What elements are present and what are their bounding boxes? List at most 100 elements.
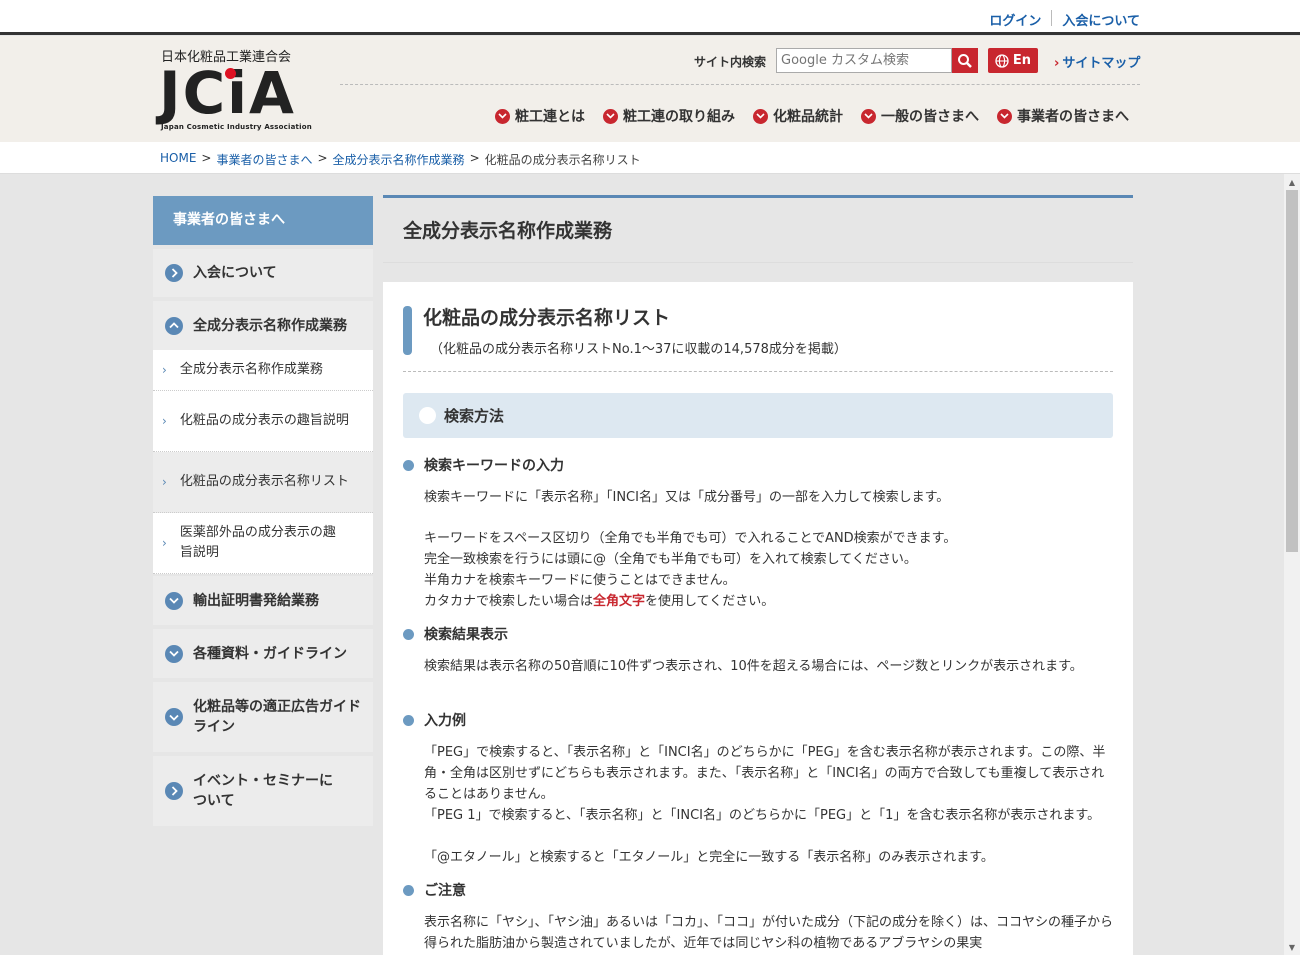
chevron-down-circle-icon [165, 644, 183, 663]
top-link-separator [1051, 10, 1053, 26]
text-fragment: を使用してください。 [645, 594, 775, 609]
sidebar-subitem-cosmetic-list[interactable]: › 化粧品の成分表示名称リスト [153, 452, 373, 513]
sidebar-item-ad-guidelines[interactable]: 化粧品等の適正広告ガイドライン [153, 682, 373, 752]
breadcrumb: HOME > 事業者の皆さまへ > 全成分表示名称作成業務 > 化粧品の成分表示… [160, 151, 641, 168]
paragraph-line: 半角カナを検索キーワードに使うことはできません。 [424, 573, 736, 588]
sitemap-label: サイトマップ [1062, 56, 1141, 71]
breadcrumb-separator: > [201, 151, 212, 165]
breadcrumb-home[interactable]: HOME [160, 151, 196, 168]
title-accent-bar [403, 306, 412, 355]
section-heading: 検索キーワードの入力 [403, 455, 564, 475]
breadcrumb-separator: > [469, 151, 480, 165]
gnav-item-statistics[interactable]: 化粧品統計 [753, 106, 843, 126]
sidebar-item-label: 全成分表示名称作成業務 [193, 317, 347, 334]
bullet-icon [403, 628, 414, 640]
section-heading: 検索結果表示 [403, 624, 508, 644]
search-button[interactable] [952, 48, 978, 73]
section-heading: 入力例 [403, 710, 466, 730]
section-heading-text: ご注意 [424, 883, 466, 899]
paragraph-line: キーワードをスペース区切り（全角でも半角でも可）で入れることでAND検索ができま… [424, 531, 957, 546]
sidebar-subitem-label: 化粧品の成分表示名称リスト [179, 474, 349, 489]
breadcrumb-ingredient-naming[interactable]: 全成分表示名称作成業務 [333, 151, 465, 168]
sidebar-item-guidelines[interactable]: 各種資料・ガイドライン [153, 629, 373, 678]
page-title: 化粧品の成分表示名称リスト [423, 307, 671, 329]
gnav-item-business[interactable]: 事業者の皆さまへ [997, 106, 1129, 126]
gnav-item-label: 事業者の皆さまへ [1017, 109, 1129, 125]
chevron-right-icon: › [162, 475, 167, 489]
paragraph: 「PEG 1」で検索すると、「表示名称」と「INCI名」のどちらかに「PEG」と… [424, 808, 1101, 823]
sidebar-heading[interactable]: 事業者の皆さまへ [153, 196, 373, 245]
sidebar-item-label: 化粧品等の適正広告ガイドライン [193, 699, 361, 735]
sidebar-subitem-cosmetic-purpose[interactable]: › 化粧品の成分表示の趣旨説明 [153, 391, 373, 452]
search-input[interactable] [776, 48, 952, 73]
chevron-up-circle-icon [165, 316, 183, 335]
chevron-down-icon [753, 108, 768, 124]
chevron-right-icon: › [162, 536, 167, 550]
search-method-title: 検索方法 [444, 407, 505, 425]
sidebar-item-label: 輸出証明書発給業務 [193, 592, 319, 609]
paragraph: 「PEG」で検索すると、「表示名称」と「INCI名」のどちらかに「PEG」を含む… [424, 745, 1106, 802]
globe-icon [995, 53, 1009, 68]
chevron-down-icon [495, 108, 510, 124]
emphasis-text: 全角文字 [593, 594, 646, 609]
gnav-item-initiatives[interactable]: 粧工連の取り組み [603, 106, 735, 126]
page-subtitle: （化粧品の成分表示名称リストNo.1～37に収載の14,578成分を掲載） [430, 342, 847, 357]
gnav-item-label: 粧工連の取り組み [623, 109, 735, 125]
breadcrumb-bar: HOME > 事業者の皆さまへ > 全成分表示名称作成業務 > 化粧品の成分表示… [0, 142, 1300, 174]
login-link[interactable]: ログイン [989, 10, 1041, 29]
chevron-down-icon [997, 108, 1012, 124]
sidebar-item-membership[interactable]: 入会について [153, 249, 373, 297]
sidebar-subitem-quasi-drug-purpose[interactable]: › 医薬部外品の成分表示の趣旨説明 [153, 513, 373, 574]
scroll-down-arrow-icon[interactable]: ▼ [1284, 939, 1300, 955]
sidebar-item-export-certificate[interactable]: 輸出証明書発給業務 [153, 576, 373, 625]
english-label: En [1012, 53, 1032, 68]
english-button[interactable]: En [988, 48, 1038, 73]
main-title-area: 全成分表示名称作成業務 [383, 195, 1133, 282]
chevron-right-icon: › [1054, 56, 1060, 71]
sidebar-subitem-label: 医薬部外品の成分表示の趣旨説明 [179, 525, 336, 560]
sidebar-item-label: 入会について [193, 265, 277, 281]
chevron-down-circle-icon [165, 591, 183, 610]
section-heading-text: 入力例 [424, 713, 466, 729]
gnav-item-about[interactable]: 粧工連とは [495, 106, 585, 126]
section-heading: ご注意 [403, 880, 466, 900]
logo-dot-icon [225, 68, 236, 79]
bullet-icon [403, 884, 414, 896]
gnav-item-label: 化粧品統計 [773, 109, 843, 125]
sidebar-item-label: 各種資料・ガイドライン [193, 645, 347, 662]
top-strip: ログイン 入会について [0, 0, 1300, 35]
join-link[interactable]: 入会について [1062, 10, 1140, 29]
chevron-right-icon: › [162, 414, 167, 428]
chevron-down-circle-icon [165, 708, 183, 726]
section-heading-text: 検索結果表示 [424, 627, 508, 643]
sidebar-subitem-label: 化粧品の成分表示の趣旨説明 [179, 413, 349, 428]
paragraph: 検索結果は表示名称の50音順に10件ずつ表示され、10件を超える場合には、ページ… [424, 659, 1083, 674]
paragraph: 「@エタノール」と検索すると「エタノール」と完全に一致する「表示名称」のみ表示さ… [424, 850, 994, 865]
bullet-icon [403, 459, 414, 471]
global-nav: 粧工連とは 粧工連の取り組み 化粧品統計 一般の皆さまへ 事業者の皆さまへ [495, 106, 1129, 126]
chevron-down-icon [603, 108, 618, 124]
sidebar-item-events[interactable]: イベント・セミナーについて [153, 756, 373, 826]
dashed-divider [403, 371, 1113, 372]
top-links: ログイン 入会について [989, 10, 1140, 29]
sidebar-subitem-label: 全成分表示名称作成業務 [179, 362, 323, 377]
search-icon [958, 53, 972, 68]
paragraph: 表示名称に「ヤシ」、「ヤシ油」あるいは「コカ」、「ココ」が付いた成分（下記の成分… [424, 915, 1114, 951]
site-header: 日本化粧品工業連合会 JCiA Japan Cosmetic Industry … [0, 36, 1300, 142]
gnav-item-general[interactable]: 一般の皆さまへ [861, 106, 979, 126]
breadcrumb-business[interactable]: 事業者の皆さまへ [216, 151, 312, 168]
chevron-right-icon: › [162, 363, 167, 377]
text-fragment: カタカナで検索したい場合は [424, 594, 594, 609]
paragraph-line: カタカナで検索したい場合は全角文字を使用してください。 [424, 591, 1114, 612]
bullet-icon [403, 714, 414, 726]
sidebar-item-ingredient-naming[interactable]: 全成分表示名称作成業務 [153, 301, 373, 350]
breadcrumb-separator: > [317, 151, 328, 165]
section-title: 全成分表示名称作成業務 [403, 220, 613, 242]
scrollbar-thumb[interactable] [1286, 190, 1298, 552]
section-heading-text: 検索キーワードの入力 [424, 458, 564, 474]
scroll-up-arrow-icon[interactable]: ▲ [1284, 174, 1300, 190]
sitemap-link[interactable]: › サイトマップ [1054, 52, 1140, 71]
gnav-item-label: 一般の皆さまへ [881, 109, 979, 125]
paragraph: 検索キーワードに「表示名称」「INCI名」又は「成分番号」の一部を入力して検索し… [424, 490, 950, 505]
sidebar-subitem-ingredient-naming[interactable]: › 全成分表示名称作成業務 [153, 350, 373, 391]
